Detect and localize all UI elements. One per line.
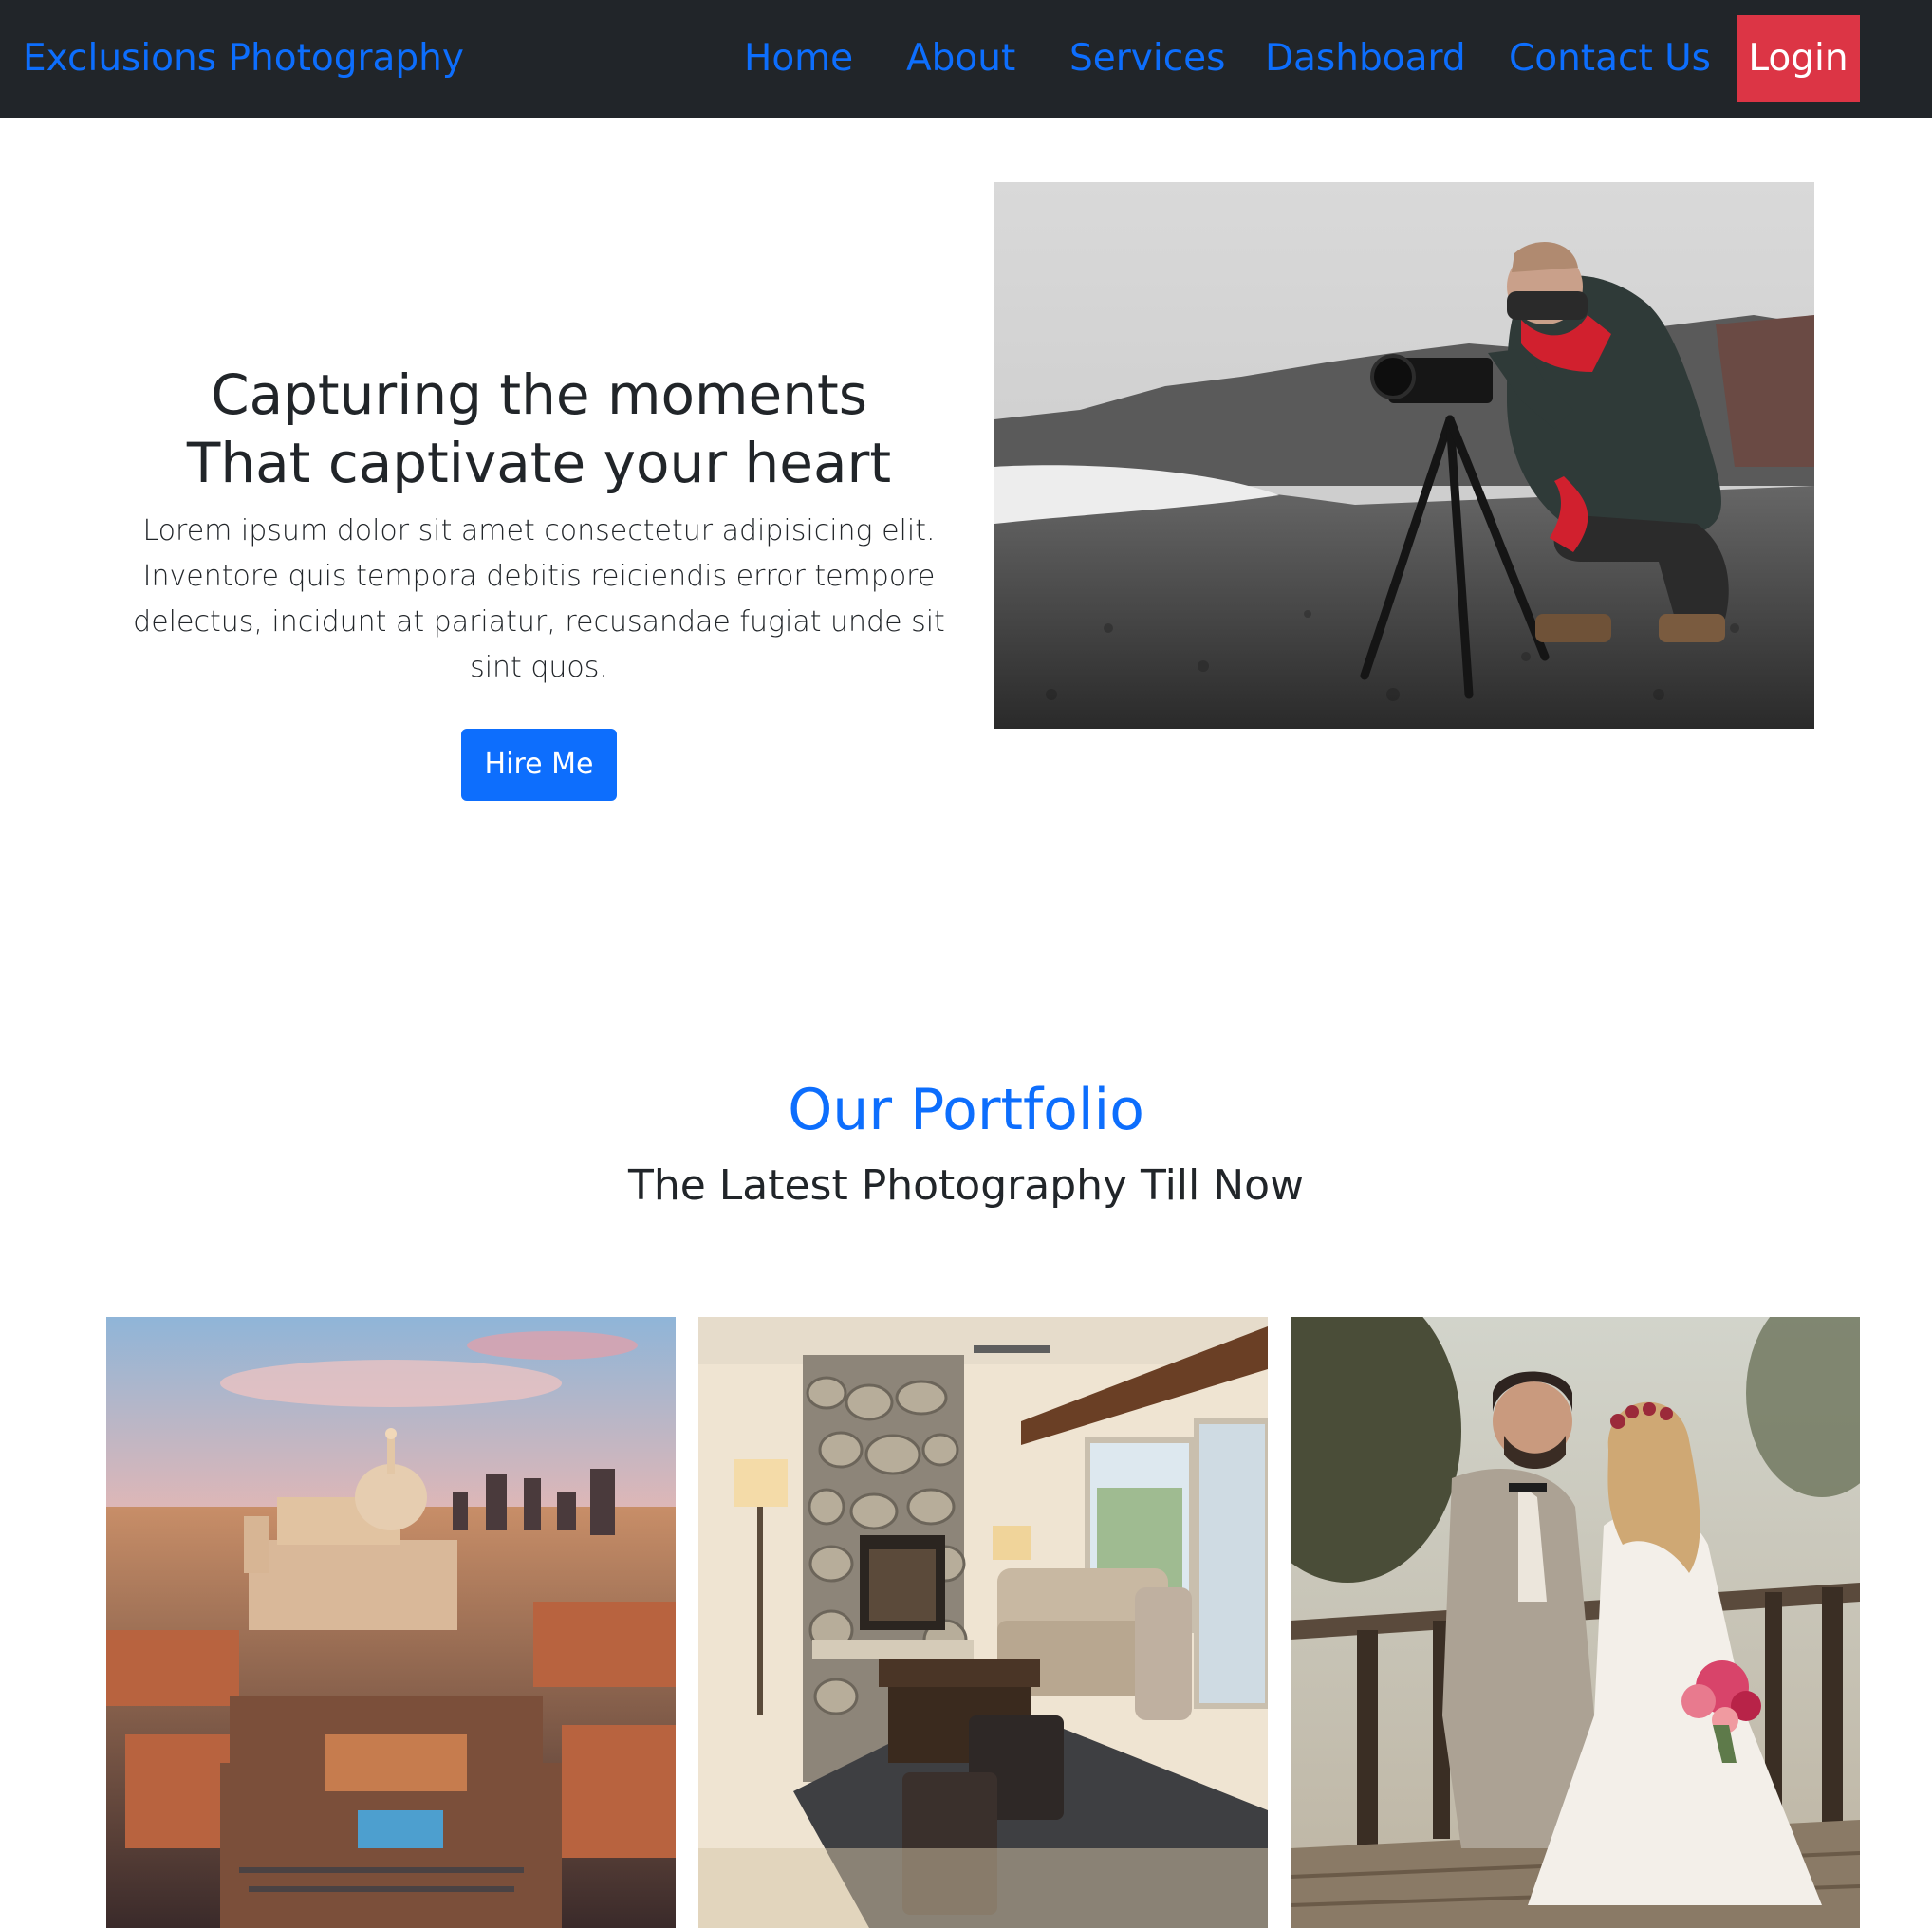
nav-link-services[interactable]: Services <box>1069 0 1225 118</box>
hero-title: Capturing the moments That captivate you… <box>123 361 955 497</box>
portfolio-title: Our Portfolio <box>788 1077 1144 1143</box>
hero-text-block: Capturing the moments That captivate you… <box>123 361 955 691</box>
login-button[interactable]: Login <box>1737 15 1860 102</box>
nav-link-home[interactable]: Home <box>744 0 853 118</box>
nav-link-contact-us[interactable]: Contact Us <box>1509 0 1711 118</box>
hero-description: Lorem ipsum dolor sit amet consectetur a… <box>133 514 945 684</box>
hire-me-button[interactable]: Hire Me <box>461 729 617 801</box>
hero-title-line-2: That captivate your heart <box>186 431 892 495</box>
nav-link-dashboard[interactable]: Dashboard <box>1265 0 1466 118</box>
portfolio-image-wedding <box>1291 1317 1860 1928</box>
portfolio-image-living-room <box>698 1317 1268 1928</box>
hero-photographer-image <box>994 182 1814 729</box>
portfolio-subtitle: The Latest Photography Till Now <box>627 1161 1305 1210</box>
nav-link-about[interactable]: About <box>906 0 1015 118</box>
portfolio-image-city <box>106 1317 676 1928</box>
brand-link[interactable]: Exclusions Photography <box>23 0 464 118</box>
hero-title-line-1: Capturing the moments <box>211 362 867 427</box>
navbar: Exclusions Photography Home About Servic… <box>0 0 1932 118</box>
